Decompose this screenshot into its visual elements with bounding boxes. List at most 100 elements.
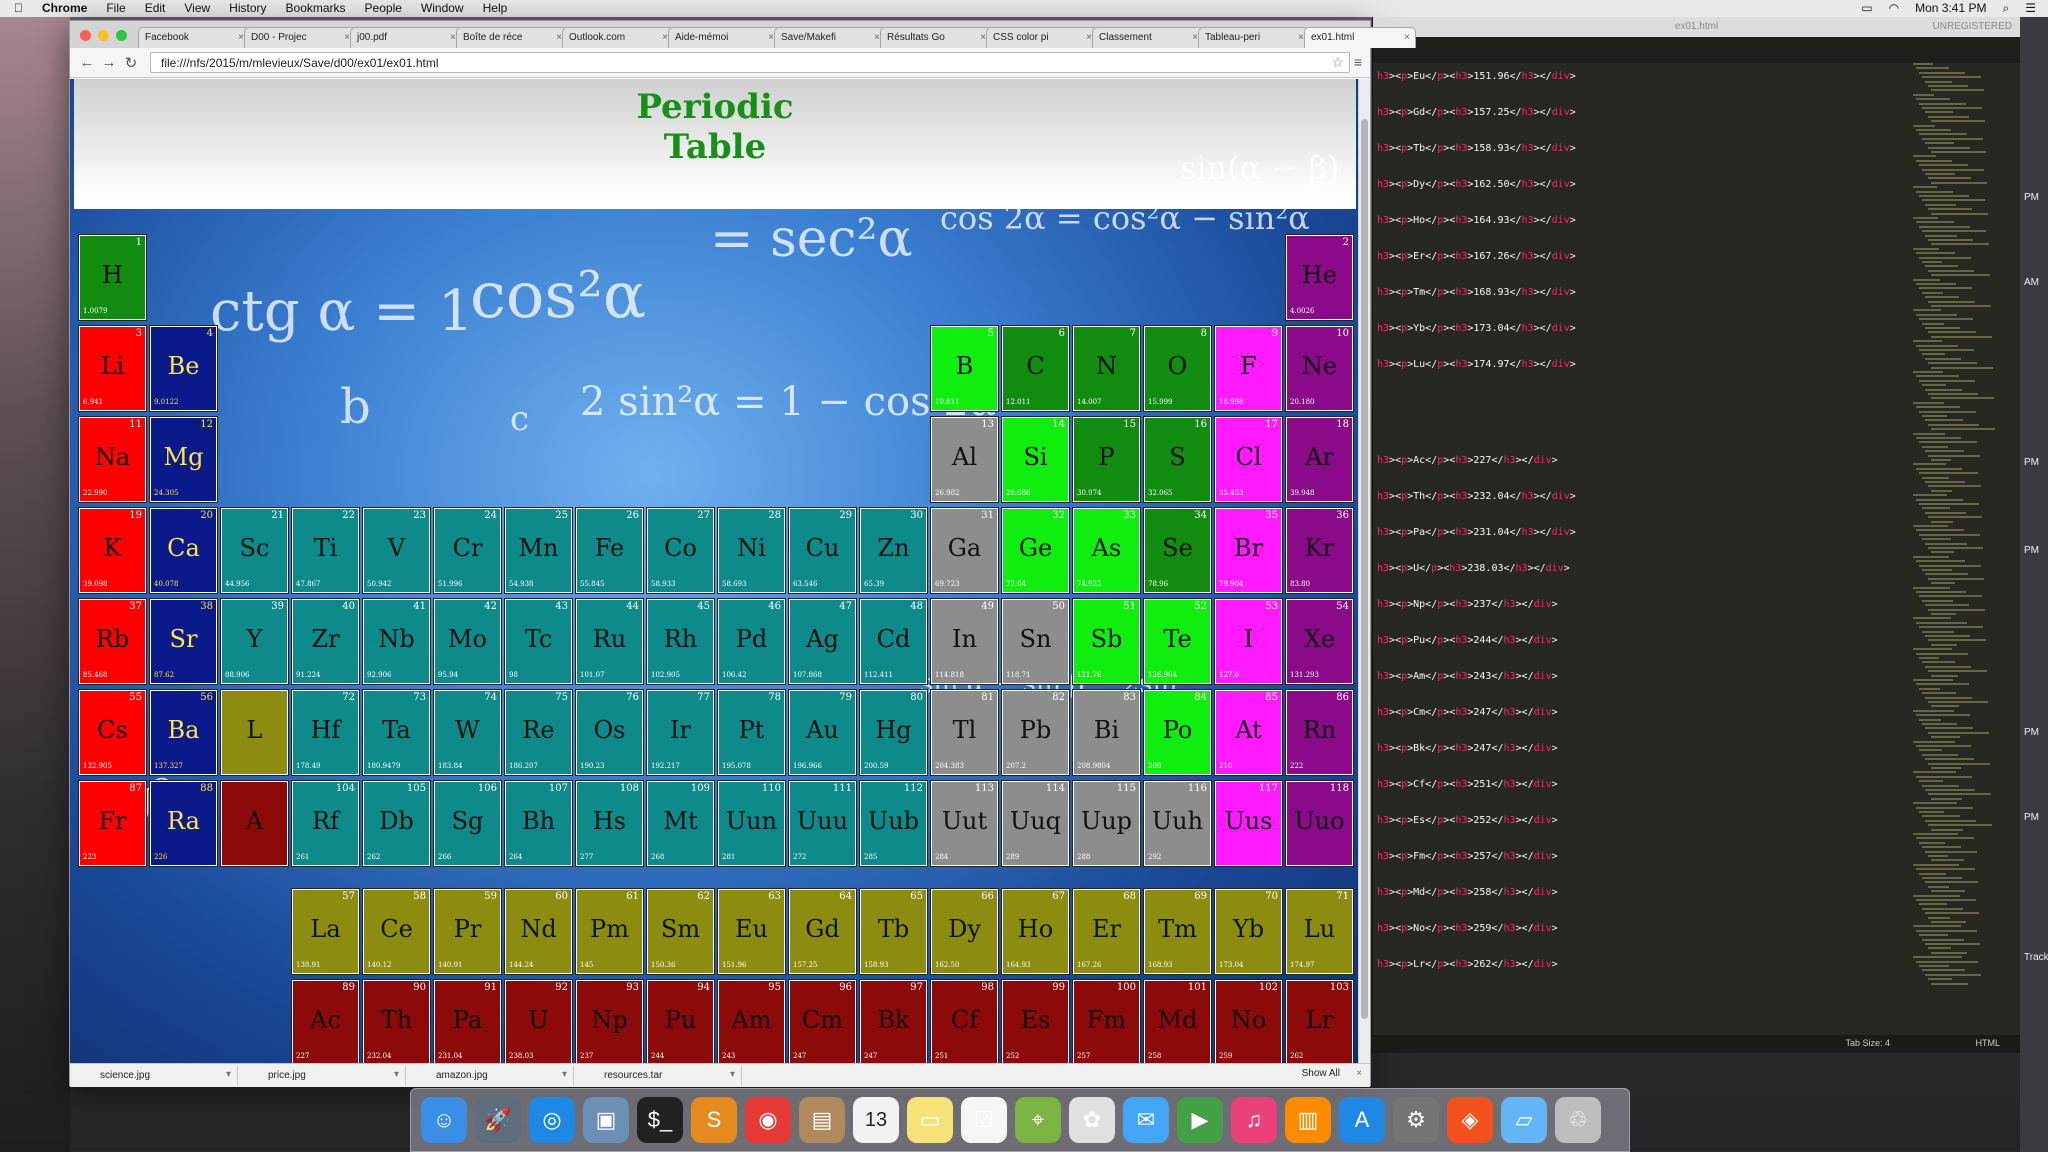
- browser-tab[interactable]: Tableau-peri ×: [1198, 27, 1310, 48]
- maps-icon[interactable]: ⌖: [1015, 1097, 1061, 1143]
- element-cell-pt: 78 Pt 195.078: [717, 689, 786, 776]
- browser-tab[interactable]: Boîte de réce ×: [456, 27, 568, 48]
- element-cell-bk: 97 Bk 247: [859, 979, 928, 1063]
- atomic-mass: 285: [864, 853, 878, 861]
- back-button-icon[interactable]: ←: [76, 54, 98, 71]
- folder-icon[interactable]: ▱: [1501, 1097, 1547, 1143]
- minimap-line: [1913, 124, 1935, 127]
- spotlight-icon[interactable]: ⌕: [2003, 0, 2010, 17]
- download-menu-icon[interactable]: ▾: [562, 1069, 567, 1080]
- reminders-icon[interactable]: ☑: [961, 1097, 1007, 1143]
- browser-tab[interactable]: Classement ×: [1092, 27, 1204, 48]
- minimap-line: [1916, 560, 1965, 563]
- atomic-number: 100: [1116, 982, 1136, 993]
- firefox-icon[interactable]: ◈: [1447, 1097, 1493, 1143]
- terminal-icon[interactable]: $_: [637, 1097, 683, 1143]
- element-cell-al: 13 Al 26.982: [930, 416, 999, 503]
- download-item[interactable]: amazon.jpg ▾: [406, 1065, 574, 1086]
- sublime-icon[interactable]: S: [691, 1097, 737, 1143]
- close-downloads-icon[interactable]: ×: [1356, 1068, 1362, 1079]
- system-preferences-icon[interactable]: ⚙: [1393, 1097, 1439, 1143]
- zoom-window-button[interactable]: [116, 30, 127, 41]
- element-symbol: Ne: [1301, 352, 1338, 380]
- download-menu-icon[interactable]: ▾: [730, 1069, 735, 1080]
- safari-icon[interactable]: ◎: [529, 1097, 575, 1143]
- ibooks-icon[interactable]: ▥: [1285, 1097, 1331, 1143]
- atomic-number: 60: [555, 891, 568, 902]
- download-item[interactable]: science.jpg ▾: [70, 1065, 238, 1086]
- minimap-line: [1919, 626, 1983, 629]
- browser-tab[interactable]: Save/Makefi ×: [774, 27, 886, 48]
- menu-people[interactable]: People: [365, 0, 402, 17]
- minimap-line: [1916, 745, 1971, 747]
- menu-file[interactable]: File: [106, 0, 125, 17]
- syntax-indicator[interactable]: HTML: [1976, 1038, 2001, 1048]
- finder-icon[interactable]: ☺: [421, 1097, 467, 1143]
- menu-view[interactable]: View: [184, 0, 210, 17]
- minimap-line: [1916, 929, 1977, 932]
- download-item[interactable]: price.jpg ▾: [238, 1065, 406, 1086]
- download-menu-icon[interactable]: ▾: [226, 1069, 231, 1080]
- element-symbol: Cu: [805, 534, 840, 562]
- menu-bookmarks[interactable]: Bookmarks: [286, 0, 346, 17]
- minimap-line: [1925, 727, 1973, 730]
- minimap-line: [1919, 164, 1968, 167]
- clock[interactable]: Mon 3:41 PM: [1915, 0, 1986, 17]
- close-tab-icon[interactable]: ×: [1404, 32, 1410, 43]
- scrollbar-thumb[interactable]: [1361, 119, 1368, 1019]
- atomic-mass: 162.50: [935, 961, 960, 969]
- itunes-icon[interactable]: ♫: [1231, 1097, 1277, 1143]
- browser-tab[interactable]: Résultats Go ×: [880, 27, 992, 48]
- browser-tab[interactable]: ex01.html ×: [1304, 27, 1416, 48]
- browser-tab[interactable]: j00.pdf ×: [350, 27, 462, 48]
- menu-edit[interactable]: Edit: [145, 0, 166, 17]
- photos-icon[interactable]: ✿: [1069, 1097, 1115, 1143]
- close-window-button[interactable]: [80, 30, 91, 41]
- contacts-icon[interactable]: ▤: [799, 1097, 845, 1143]
- element-symbol: Ru: [592, 625, 627, 653]
- atomic-mass: 12.011: [1006, 398, 1031, 406]
- element-symbol: At: [1235, 716, 1262, 744]
- trash-icon[interactable]: ♲: [1555, 1097, 1601, 1143]
- atomic-mass: 106.42: [722, 671, 747, 679]
- reload-button-icon[interactable]: ↻: [120, 54, 142, 72]
- menu-chrome[interactable]: Chrome: [42, 0, 87, 17]
- browser-tab[interactable]: CSS color pi ×: [986, 27, 1098, 48]
- chrome-icon[interactable]: ◉: [745, 1097, 791, 1143]
- preview-icon[interactable]: ▣: [583, 1097, 629, 1143]
- vertical-scrollbar[interactable]: [1358, 79, 1370, 1063]
- show-all-downloads-button[interactable]: Show All: [1302, 1068, 1340, 1079]
- menu-window[interactable]: Window: [421, 0, 464, 17]
- tab-size-indicator[interactable]: Tab Size: 4: [1845, 1038, 1890, 1048]
- menu-help[interactable]: Help: [483, 0, 508, 17]
- app-store-icon[interactable]: A: [1339, 1097, 1385, 1143]
- browser-tab[interactable]: Aide-mémoi ×: [668, 27, 780, 48]
- download-item[interactable]: resources.tar ▾: [574, 1065, 742, 1086]
- address-bar[interactable]: file:///nfs/2015/m/mlevieux/Save/d00/ex0…: [150, 52, 1350, 73]
- notes-icon[interactable]: ▭: [907, 1097, 953, 1143]
- minimap-line: [1925, 573, 1968, 576]
- browser-tab[interactable]: D00 - Projec ×: [244, 27, 356, 48]
- download-menu-icon[interactable]: ▾: [394, 1069, 399, 1080]
- bookmark-star-icon[interactable]: ☆: [1331, 54, 1344, 71]
- notification-center-icon[interactable]: ☰: [2025, 0, 2036, 17]
- minimize-window-button[interactable]: [98, 30, 109, 41]
- element-cell-na: 11 Na 22.990: [78, 416, 147, 503]
- chrome-menu-icon[interactable]: ≡: [1354, 54, 1362, 70]
- editor-minimap[interactable]: [1903, 63, 2013, 1023]
- browser-tab[interactable]: Facebook ×: [138, 27, 250, 48]
- launchpad-icon[interactable]: 🚀: [475, 1097, 521, 1143]
- forward-button-icon[interactable]: →: [98, 54, 120, 71]
- menu-history[interactable]: History: [229, 0, 266, 17]
- atomic-mass: 247: [864, 1052, 878, 1060]
- element-cell-cm: 96 Cm 247: [788, 979, 857, 1063]
- messages-icon[interactable]: ✉: [1123, 1097, 1169, 1143]
- wifi-icon[interactable]: ◠: [1889, 0, 1899, 17]
- code-line: h3><p>Lu</p><h3>174.97</h3></div>: [1377, 359, 1576, 370]
- apple-menu-icon[interactable]: : [14, 0, 23, 17]
- display-icon[interactable]: ▭: [1861, 0, 1872, 17]
- minimap-line: [1916, 775, 1972, 778]
- facetime-icon[interactable]: ▶: [1177, 1097, 1223, 1143]
- browser-tab[interactable]: Outlook.com ×: [562, 27, 674, 48]
- calendar-icon[interactable]: 13: [853, 1097, 899, 1143]
